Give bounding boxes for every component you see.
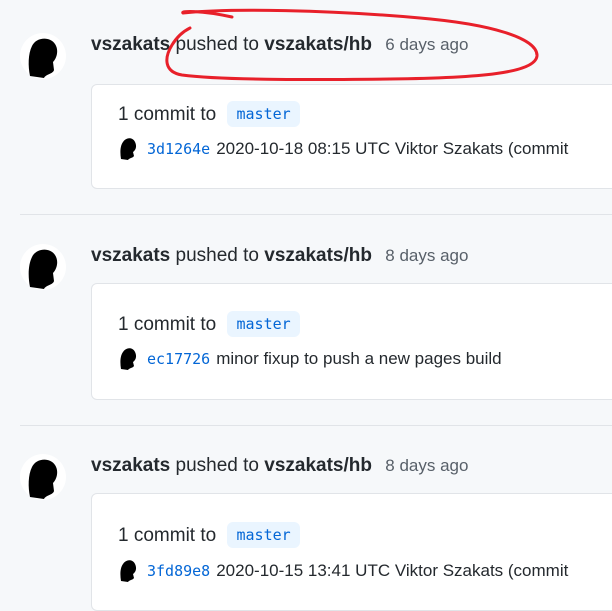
event-header: vszakats pushed to vszakats/hb 6 days ag…: [91, 32, 468, 58]
commit-count: 1 commit to: [118, 104, 217, 125]
committer-avatar[interactable]: [118, 346, 138, 370]
commit-summary: 1 commit to master: [118, 311, 300, 339]
commit-count: 1 commit to: [118, 314, 217, 335]
user-silhouette-icon: [120, 348, 137, 370]
event-verb: pushed to: [175, 34, 259, 55]
branch-label[interactable]: master: [227, 101, 300, 127]
commit-card: 1 commit to master ec17726 minor fixup to…: [91, 283, 612, 400]
commit-summary: 1 commit to master: [118, 522, 300, 550]
commit-message: minor fixup to push a new pages build: [216, 349, 502, 368]
actor-link[interactable]: vszakats: [91, 34, 170, 55]
event-time[interactable]: 8 days ago: [385, 246, 468, 265]
commit-sha-link[interactable]: 3d1264e: [147, 140, 210, 158]
user-avatar[interactable]: [20, 453, 66, 501]
user-silhouette-icon: [20, 244, 66, 290]
feed-divider: [20, 214, 612, 215]
commit-message: 2020-10-18 08:15 UTC Viktor Szakats (com…: [216, 139, 569, 158]
commit-row: ec17726 minor fixup to push a new pages b…: [118, 346, 502, 372]
branch-label[interactable]: master: [227, 311, 300, 337]
commit-row: 3d1264e 2020-10-18 08:15 UTC Viktor Szaka…: [118, 136, 568, 162]
event-time[interactable]: 8 days ago: [385, 456, 468, 475]
actor-link[interactable]: vszakats: [91, 245, 170, 266]
user-silhouette-icon: [20, 33, 66, 79]
user-silhouette-icon: [120, 138, 137, 160]
branch-label[interactable]: master: [227, 522, 300, 548]
user-avatar[interactable]: [20, 243, 66, 291]
commit-summary: 1 commit to master: [118, 101, 300, 129]
event-time[interactable]: 6 days ago: [385, 35, 468, 54]
event-header: vszakats pushed to vszakats/hb 8 days ag…: [91, 453, 468, 479]
actor-link[interactable]: vszakats: [91, 455, 170, 476]
event-verb: pushed to: [175, 455, 259, 476]
user-silhouette-icon: [20, 454, 66, 500]
commit-row: 3fd89e8 2020-10-15 13:41 UTC Viktor Szaka…: [118, 558, 568, 584]
committer-avatar[interactable]: [118, 558, 138, 582]
user-silhouette-icon: [120, 560, 137, 582]
commit-message: 2020-10-15 13:41 UTC Viktor Szakats (com…: [216, 561, 569, 580]
event-verb: pushed to: [175, 245, 259, 266]
commit-card: 1 commit to master 3d1264e 2020-10-18 08:…: [91, 84, 612, 189]
event-header: vszakats pushed to vszakats/hb 8 days ag…: [91, 243, 468, 269]
commit-count: 1 commit to: [118, 525, 217, 546]
repo-link[interactable]: vszakats/hb: [264, 455, 372, 476]
committer-avatar[interactable]: [118, 136, 138, 160]
repo-link[interactable]: vszakats/hb: [264, 245, 372, 266]
commit-card: 1 commit to master 3fd89e8 2020-10-15 13:…: [91, 493, 612, 611]
user-avatar[interactable]: [20, 32, 66, 80]
repo-link[interactable]: vszakats/hb: [264, 34, 372, 55]
commit-sha-link[interactable]: ec17726: [147, 350, 210, 368]
commit-sha-link[interactable]: 3fd89e8: [147, 562, 210, 580]
feed-divider: [20, 425, 612, 426]
